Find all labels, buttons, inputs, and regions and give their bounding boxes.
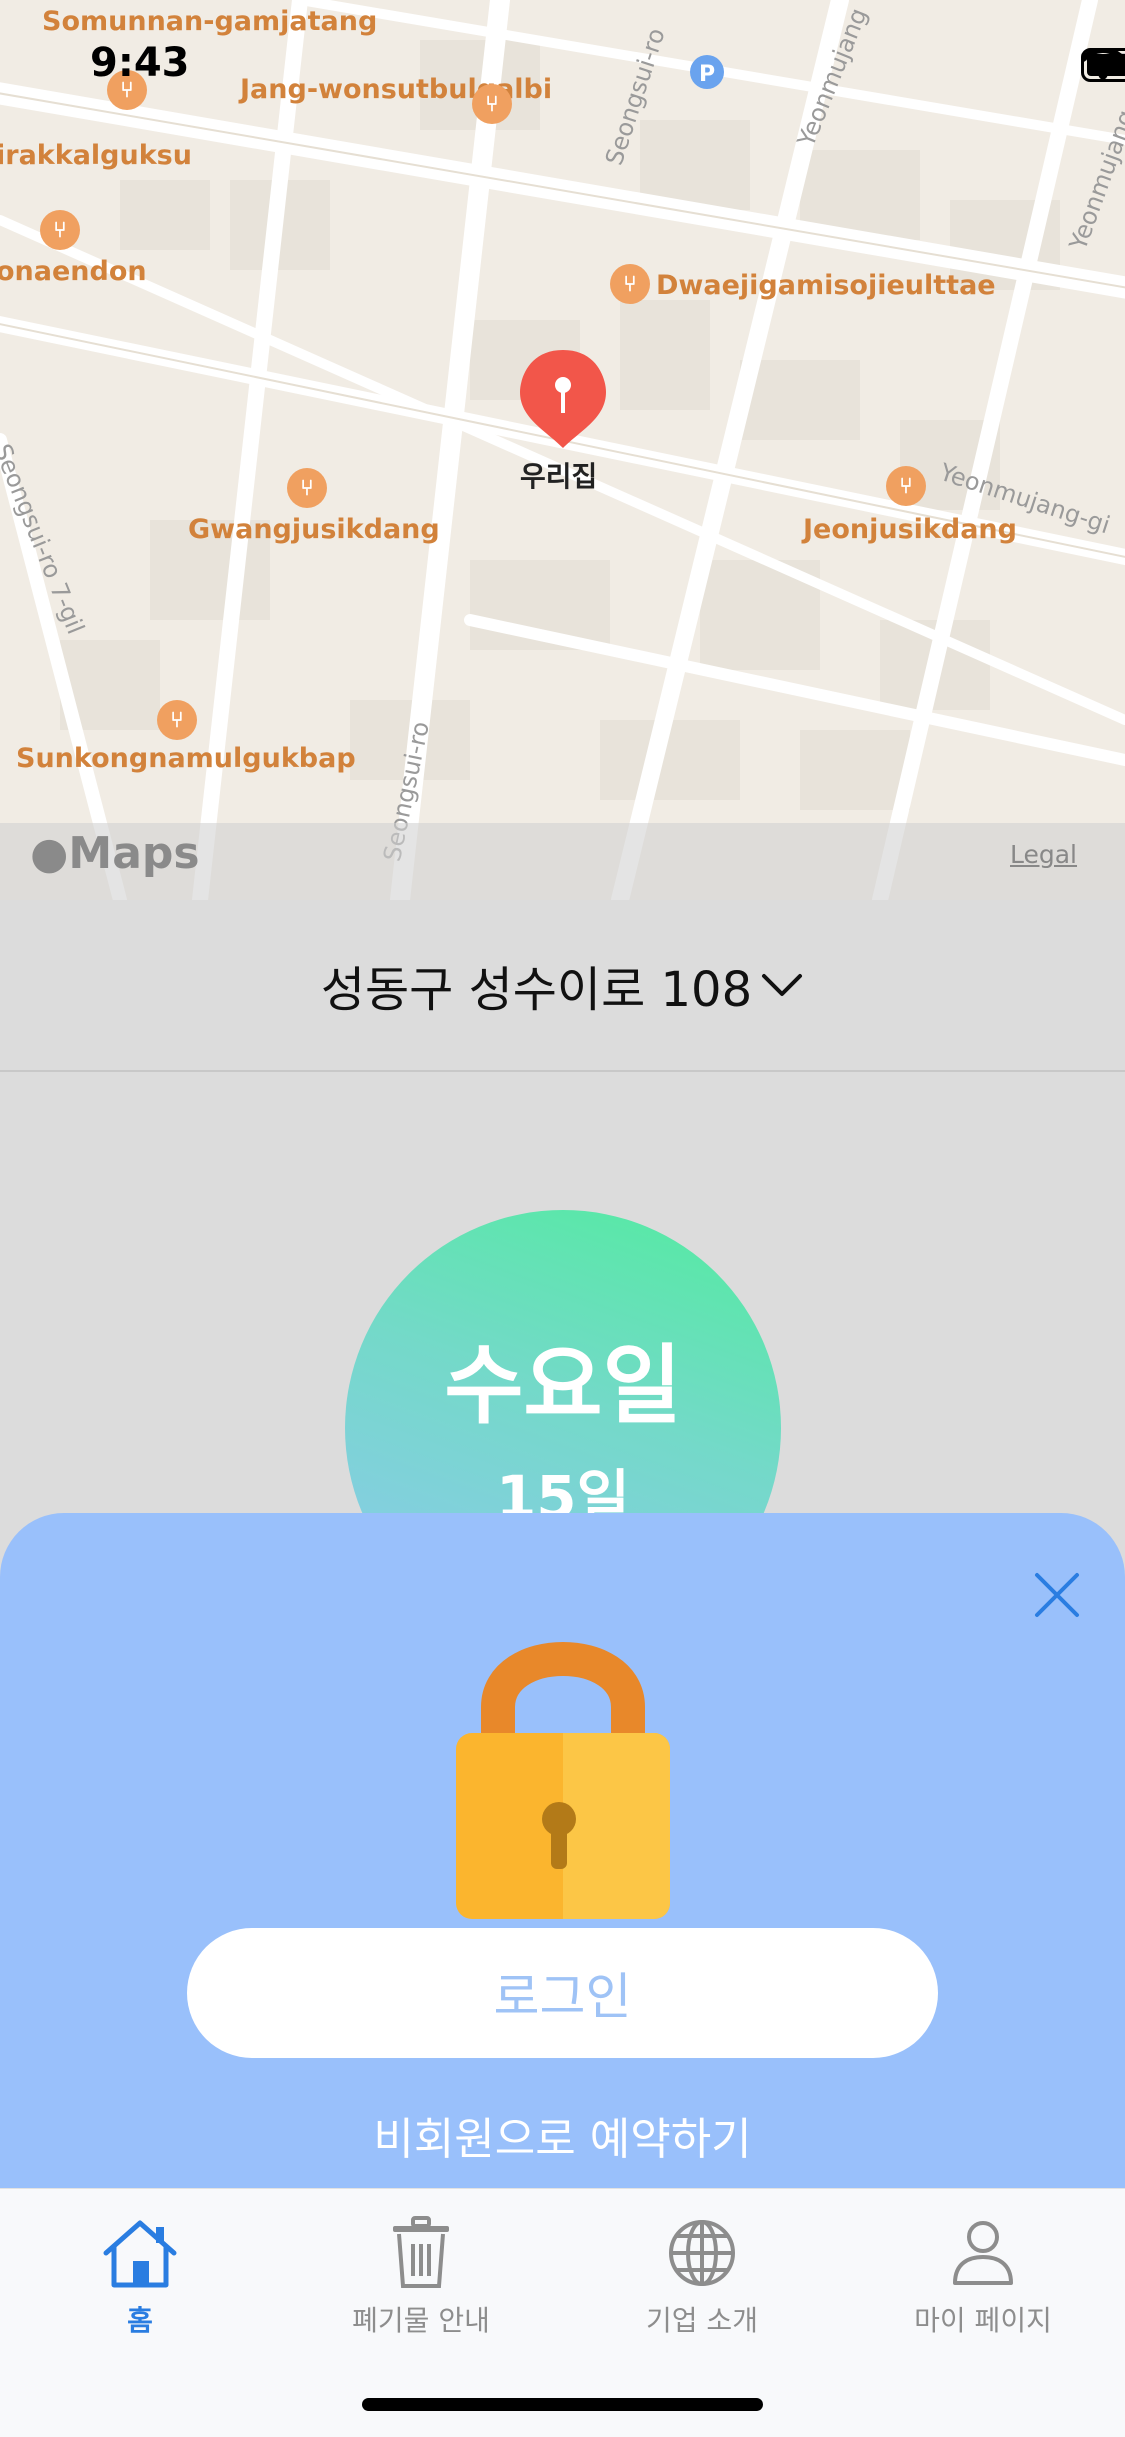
poi-label[interactable]: Gwangjusikdang xyxy=(188,514,440,545)
poi-label[interactable]: Dwaejigamisojieulttae xyxy=(656,270,996,301)
chevron-down-icon xyxy=(760,970,804,1000)
restaurant-icon: ⑂ xyxy=(40,210,80,250)
guest-reservation-link[interactable]: 비회원으로 예약하기 xyxy=(0,2103,1125,2167)
tab-my-page[interactable]: 마이 페이지 xyxy=(883,2189,1083,2339)
close-icon[interactable] xyxy=(1031,1569,1083,1621)
home-icon xyxy=(100,2217,180,2289)
restaurant-icon: ⑂ xyxy=(472,84,512,124)
status-time: 9:43 xyxy=(90,40,190,86)
restaurant-icon: ⑂ xyxy=(610,264,650,304)
restaurant-icon: ⑂ xyxy=(886,466,926,506)
poi-label[interactable]: Jeonjusikdang xyxy=(803,514,1017,545)
tab-waste-guide[interactable]: 폐기물 안내 xyxy=(321,2189,521,2339)
tab-label: 마이 페이지 xyxy=(914,2299,1052,2339)
battery-icon xyxy=(1081,48,1125,82)
tab-label: 폐기물 안내 xyxy=(352,2299,490,2339)
poi-label[interactable]: Somunnan-gamjatang xyxy=(42,6,377,37)
map-view[interactable]: P Somunnan-gamjatang ⑂ Jang-wonsutbulgal… xyxy=(0,0,1125,900)
person-icon xyxy=(951,2219,1015,2287)
legal-link[interactable]: Legal xyxy=(1010,840,1077,869)
login-button[interactable]: 로그인 xyxy=(187,1928,938,2058)
pin-label: 우리집 xyxy=(520,455,597,495)
address-selector[interactable]: 성동구 성수이로 108 xyxy=(0,900,1125,1072)
poi-label[interactable]: onaendon xyxy=(0,256,147,287)
apple-logo-icon: ● xyxy=(30,828,68,879)
tab-home[interactable]: 홈 xyxy=(40,2189,240,2339)
login-sheet: 로그인 비회원으로 예약하기 xyxy=(0,1513,1125,2233)
restaurant-icon: ⑂ xyxy=(157,700,197,740)
address-text: 성동구 성수이로 108 xyxy=(321,950,752,1020)
svg-text:P: P xyxy=(699,62,715,87)
maps-brand: ●Maps xyxy=(30,828,200,879)
tab-company[interactable]: 기업 소개 xyxy=(602,2189,802,2339)
tab-label: 기업 소개 xyxy=(646,2299,758,2339)
day-name: 수요일 xyxy=(345,1315,781,1440)
restaurant-icon: ⑂ xyxy=(287,468,327,508)
lock-icon xyxy=(452,1623,674,1923)
poi-label[interactable]: Sunkongnamulgukbap xyxy=(16,743,356,774)
poi-label[interactable]: irakkalguksu xyxy=(0,140,192,171)
trash-icon xyxy=(389,2216,453,2290)
home-indicator xyxy=(362,2398,763,2411)
tab-label: 홈 xyxy=(127,2299,153,2339)
globe-icon xyxy=(667,2218,737,2288)
